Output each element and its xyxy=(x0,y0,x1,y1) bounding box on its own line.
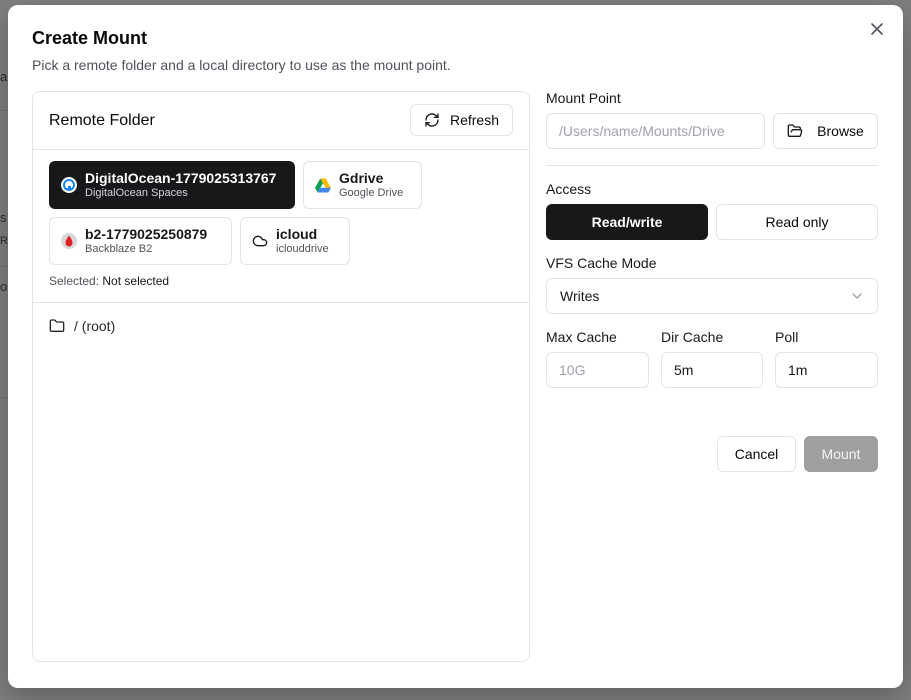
poll-input[interactable] xyxy=(775,352,878,388)
remote-folder-header: Remote Folder Refresh xyxy=(33,92,529,150)
vfs-cache-mode-value: Writes xyxy=(560,288,600,304)
remote-card-gdrive[interactable]: Gdrive Google Drive xyxy=(303,161,422,209)
dialog-description: Pick a remote folder and a local directo… xyxy=(32,57,451,73)
dialog-title: Create Mount xyxy=(32,28,148,48)
selected-value: Not selected xyxy=(102,274,170,288)
remote-type: Google Drive xyxy=(339,187,404,199)
remote-type: Backblaze B2 xyxy=(85,243,153,255)
browse-label: Browse xyxy=(817,123,864,139)
remote-name: icloud xyxy=(276,226,318,242)
vfs-cache-mode-select[interactable]: Writes xyxy=(546,278,878,314)
dir-cache-input[interactable] xyxy=(661,352,763,388)
remote-card-b2[interactable]: b2-1779025250879 Backblaze B2 xyxy=(49,217,232,265)
folder-item-root[interactable]: / (root) xyxy=(49,318,115,334)
remote-card-icloud[interactable]: icloud iclouddrive xyxy=(240,217,350,265)
cancel-button[interactable]: Cancel xyxy=(717,436,796,472)
remote-type: DigitalOcean Spaces xyxy=(85,187,188,199)
backblaze-icon xyxy=(61,233,77,249)
mount-button[interactable]: Mount xyxy=(804,436,878,472)
google-drive-icon xyxy=(315,177,331,193)
vfs-cache-mode-label: VFS Cache Mode xyxy=(546,255,657,271)
browse-button[interactable]: Browse xyxy=(773,113,878,149)
folder-label: / (root) xyxy=(74,318,116,334)
chevron-down-icon xyxy=(852,293,862,299)
refresh-label: Refresh xyxy=(449,112,500,128)
remote-name: b2-1779025250879 xyxy=(85,226,208,242)
create-mount-dialog: Create Mount Pick a remote folder and a … xyxy=(8,5,903,688)
close-icon xyxy=(871,23,883,35)
cloud-icon xyxy=(252,233,268,249)
remote-card-digitalocean[interactable]: DigitalOcean-1779025313767 DigitalOcean … xyxy=(49,161,295,209)
access-read-write-button[interactable]: Read/write xyxy=(546,204,708,240)
remote-name: Gdrive xyxy=(339,170,384,186)
selected-label: Selected: xyxy=(49,274,100,288)
digitalocean-icon xyxy=(61,177,77,193)
refresh-icon xyxy=(425,113,439,127)
mount-point-label: Mount Point xyxy=(546,90,621,106)
poll-label: Poll xyxy=(775,329,799,345)
max-cache-input[interactable] xyxy=(546,352,649,388)
mount-point-input[interactable] xyxy=(546,113,765,149)
selected-status: Selected: Not selected xyxy=(49,274,169,288)
section-divider xyxy=(546,165,878,166)
remote-list: DigitalOcean-1779025313767 DigitalOcean … xyxy=(33,150,529,303)
access-label: Access xyxy=(546,181,592,197)
close-button[interactable] xyxy=(867,19,887,39)
remote-name: DigitalOcean-1779025313767 xyxy=(85,170,277,186)
remote-folder-panel: Remote Folder Refresh DigitalOcean-17790… xyxy=(32,91,530,662)
folder-open-icon xyxy=(787,124,803,137)
refresh-button[interactable]: Refresh xyxy=(410,104,513,136)
remote-folder-title: Remote Folder xyxy=(49,112,155,129)
remote-type: iclouddrive xyxy=(276,243,329,255)
folder-icon xyxy=(49,319,65,332)
access-read-only-button[interactable]: Read only xyxy=(716,204,878,240)
max-cache-label: Max Cache xyxy=(546,329,617,345)
dir-cache-label: Dir Cache xyxy=(661,329,724,345)
